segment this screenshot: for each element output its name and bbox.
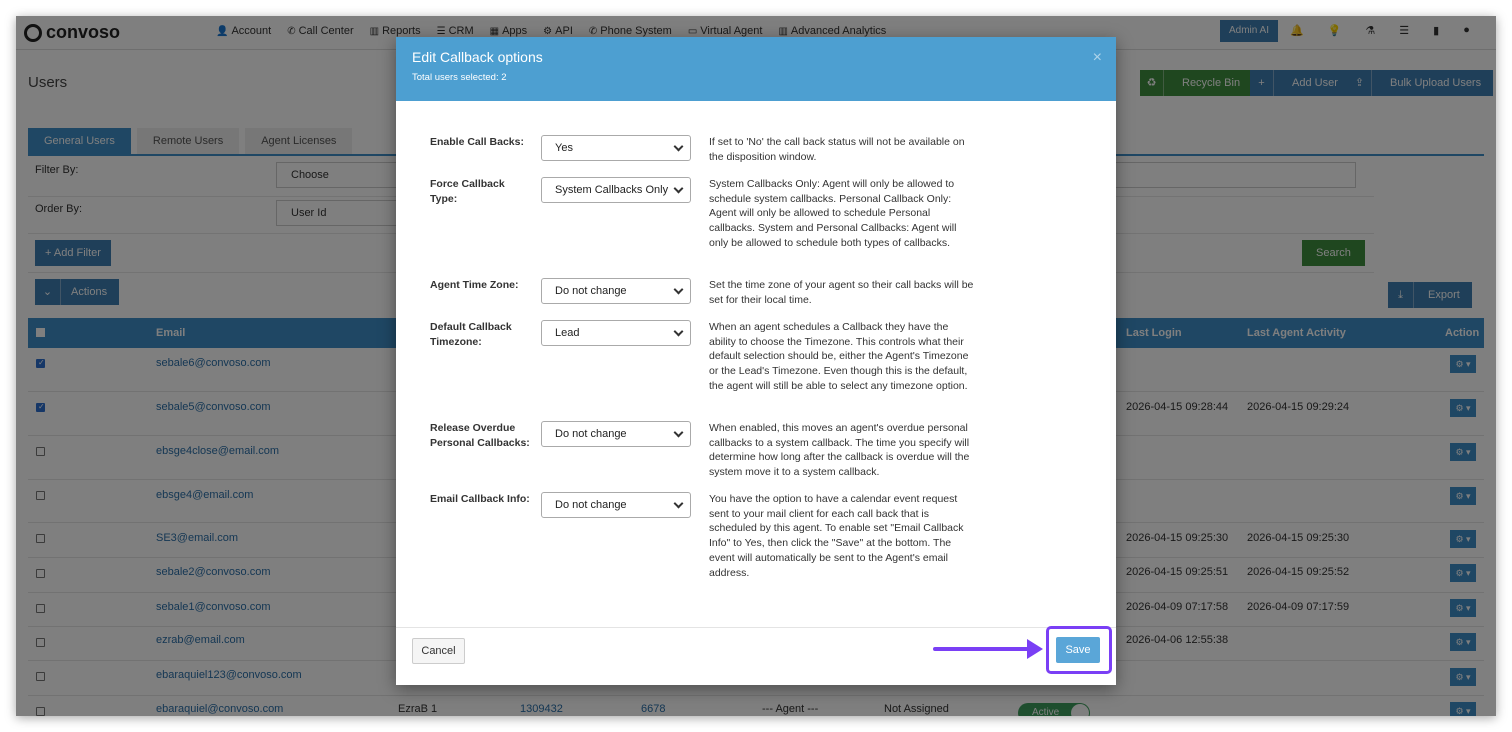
email-callback-info-label: Email Callback Info: <box>430 493 530 505</box>
agent-time-zone-label: Agent Time Zone: <box>430 279 519 291</box>
app-window: convoso 👤Account ✆Call Center ▥Reports ☰… <box>16 16 1496 716</box>
chevron-down-icon <box>673 141 684 152</box>
chevron-down-icon <box>673 183 684 194</box>
arrow-icon <box>933 639 1043 659</box>
enable-callbacks-select[interactable]: Yes <box>541 135 691 161</box>
enable-callbacks-help: If set to 'No' the call back status will… <box>709 136 965 163</box>
default-callback-timezone-select[interactable]: Lead <box>541 320 691 346</box>
email-callback-info-help: You have the option to have a calendar e… <box>709 493 964 579</box>
chevron-down-icon <box>673 284 684 295</box>
cancel-button[interactable]: Cancel <box>412 638 465 664</box>
default-callback-timezone-help: When an agent schedules a Callback they … <box>709 321 969 392</box>
modal-footer-divider <box>396 627 1116 628</box>
chevron-down-icon <box>673 326 684 337</box>
force-callback-type-label: Force Callback Type: <box>430 178 505 205</box>
close-icon[interactable]: × <box>1093 49 1102 67</box>
chevron-down-icon <box>673 427 684 438</box>
force-callback-type-help: System Callbacks Only: Agent will only b… <box>709 178 957 249</box>
modal-title: Edit Callback options <box>412 49 543 65</box>
agent-time-zone-select[interactable]: Do not change <box>541 278 691 304</box>
modal-subtitle: Total users selected: 2 <box>412 72 507 83</box>
release-overdue-label: Release Overdue Personal Callbacks: <box>430 422 530 449</box>
default-callback-timezone-label: Default Callback Timezone: <box>430 321 512 348</box>
force-callback-type-select[interactable]: System Callbacks Only <box>541 177 691 203</box>
save-button[interactable]: Save <box>1056 637 1100 663</box>
edit-callback-modal: Edit Callback options Total users select… <box>396 37 1116 685</box>
release-overdue-help: When enabled, this moves an agent's over… <box>709 422 970 479</box>
modal-header: Edit Callback options Total users select… <box>396 37 1116 101</box>
enable-callbacks-label: Enable Call Backs: <box>430 136 524 148</box>
chevron-down-icon <box>673 498 684 509</box>
email-callback-info-select[interactable]: Do not change <box>541 492 691 518</box>
release-overdue-select[interactable]: Do not change <box>541 421 691 447</box>
agent-time-zone-help: Set the time zone of your agent so their… <box>709 279 974 306</box>
